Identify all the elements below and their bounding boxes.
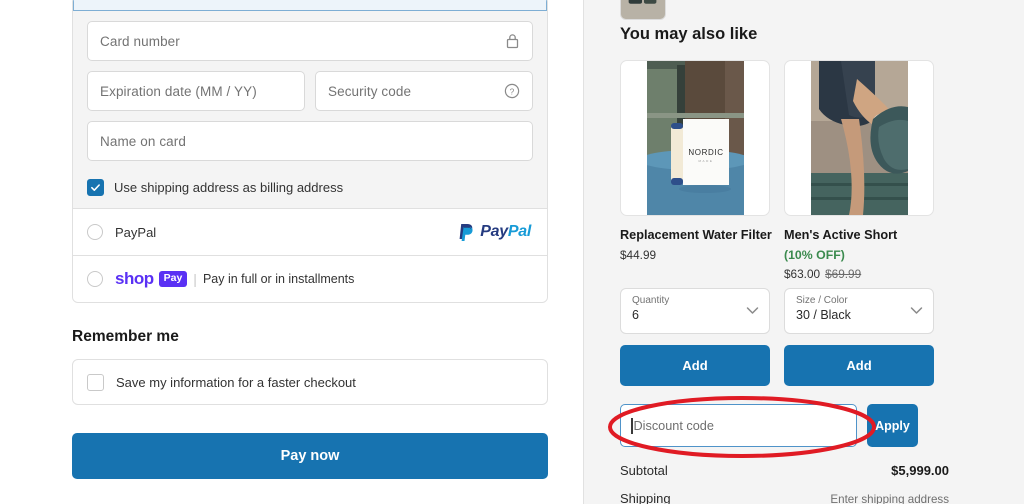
shop-pay-divider: | — [193, 271, 197, 287]
card-expiry-cvc-row: Expiration date (MM / YY) Security code … — [87, 71, 533, 121]
payment-method-block: Card number Expiration date (MM / YY) Se… — [72, 0, 548, 303]
product-compare-at-price-1: $69.99 — [825, 267, 862, 281]
checkout-form-pane: Card number Expiration date (MM / YY) Se… — [0, 0, 583, 504]
cart-thumbnail-image — [621, 0, 665, 19]
shipping-label: Shipping — [620, 491, 671, 504]
product-discount-badge-1: (10% OFF) — [784, 248, 845, 262]
credit-card-fields: Card number Expiration date (MM / YY) Se… — [73, 11, 547, 175]
recommended-products-row: NORDIC MADE Replacement Water Filter $44… — [620, 60, 934, 281]
shop-pay-radio[interactable] — [87, 271, 103, 287]
name-on-card-placeholder: Name on card — [100, 133, 186, 149]
discount-code-input[interactable]: Discount code — [620, 404, 857, 447]
billing-address-checkbox[interactable] — [87, 179, 104, 196]
billing-address-label: Use shipping address as billing address — [114, 180, 344, 195]
product-option-selectors: Quantity 6 Size / Color 30 / Black — [620, 288, 934, 334]
quantity-select[interactable]: Quantity 6 — [620, 288, 770, 334]
apply-discount-button[interactable]: Apply — [867, 404, 918, 447]
discount-code-placeholder: Discount code — [633, 418, 714, 433]
save-information-row[interactable]: Save my information for a faster checkou… — [72, 359, 548, 405]
product-name-1: Men's Active Short — [784, 228, 898, 242]
product-price-line-1: $63.00 $69.99 — [784, 267, 934, 281]
recommended-product-0: NORDIC MADE Replacement Water Filter $44… — [620, 60, 772, 281]
save-information-label: Save my information for a faster checkou… — [116, 374, 356, 390]
question-circle-icon[interactable]: ? — [504, 83, 520, 99]
product-price-1: $63.00 — [784, 267, 821, 281]
lock-icon — [505, 33, 520, 49]
paypal-wordmark-second: Pal — [507, 223, 531, 240]
shipping-value: Enter shipping address — [830, 493, 949, 504]
add-product-button-1[interactable]: Add — [784, 345, 934, 386]
payment-option-shop-pay[interactable]: shop Pay | Pay in full or in installment… — [73, 255, 547, 302]
expiration-date-input[interactable]: Expiration date (MM / YY) — [87, 71, 305, 111]
subtotal-value: $5,999.00 — [891, 463, 949, 478]
subtotal-label: Subtotal — [620, 463, 668, 478]
svg-text:MADE: MADE — [698, 159, 713, 163]
checkout-page: Card number Expiration date (MM / YY) Se… — [0, 0, 1024, 504]
card-number-input[interactable]: Card number — [87, 21, 533, 61]
quantity-select-value: 6 — [632, 308, 639, 322]
chevron-down-icon — [910, 302, 923, 320]
size-color-select-value: 30 / Black — [796, 308, 851, 322]
order-totals: Subtotal $5,999.00 Shipping Enter shippi… — [620, 463, 949, 504]
discount-code-row: Discount code Apply — [620, 404, 918, 447]
subtotal-row: Subtotal $5,999.00 — [620, 463, 949, 478]
order-summary-pane: You may also like NORDIC MADE Replacemen… — [583, 0, 1024, 504]
paypal-logo: PayPal — [458, 223, 531, 242]
recommended-product-1: Men's Active Short (10% OFF) $63.00 $69.9… — [784, 60, 934, 281]
add-product-button-0[interactable]: Add — [620, 345, 770, 386]
size-color-select-label: Size / Color — [796, 295, 848, 306]
payment-option-paypal[interactable]: PayPal PayPal — [73, 208, 547, 255]
text-caret — [631, 417, 633, 434]
chevron-down-icon — [746, 302, 759, 320]
shop-pay-logo: shop Pay | Pay in full or in installment… — [115, 269, 354, 289]
svg-text:?: ? — [510, 86, 515, 96]
paypal-wordmark-first: Pay — [480, 223, 508, 240]
expiration-placeholder: Expiration date (MM / YY) — [100, 83, 257, 99]
shop-pay-badge: Pay — [158, 271, 188, 287]
payment-option-credit-card-selected[interactable] — [73, 0, 547, 11]
name-on-card-input[interactable]: Name on card — [87, 121, 533, 161]
remember-me-heading: Remember me — [72, 328, 179, 345]
cart-line-item-thumbnail — [620, 0, 666, 20]
add-product-buttons: Add Add — [620, 345, 934, 386]
svg-text:NORDIC: NORDIC — [688, 148, 723, 157]
shipping-row: Shipping Enter shipping address — [620, 491, 949, 504]
product-name-0: Replacement Water Filter — [620, 228, 772, 242]
pay-now-button[interactable]: Pay now — [72, 433, 548, 479]
paypal-label: PayPal — [115, 224, 157, 240]
product-image-card-1[interactable] — [784, 60, 934, 216]
billing-address-checkbox-row[interactable]: Use shipping address as billing address — [73, 175, 547, 208]
size-color-select[interactable]: Size / Color 30 / Black — [784, 288, 934, 334]
product-price-0: $44.99 — [620, 248, 657, 262]
save-information-checkbox[interactable] — [87, 373, 104, 391]
you-may-also-like-heading: You may also like — [620, 25, 758, 43]
product-image-card-0[interactable]: NORDIC MADE — [620, 60, 770, 216]
quantity-select-label: Quantity — [632, 295, 670, 306]
security-code-input[interactable]: Security code ? — [315, 71, 533, 111]
security-code-placeholder: Security code — [328, 83, 412, 99]
nordic-water-filter-image: NORDIC MADE — [646, 61, 744, 215]
paypal-radio[interactable] — [87, 224, 103, 240]
shop-pay-tagline: Pay in full or in installments — [202, 272, 355, 286]
mens-active-short-image — [810, 61, 908, 215]
card-number-placeholder: Card number — [100, 33, 180, 49]
shop-wordmark: shop — [115, 269, 154, 288]
paypal-mark-icon — [458, 223, 475, 242]
